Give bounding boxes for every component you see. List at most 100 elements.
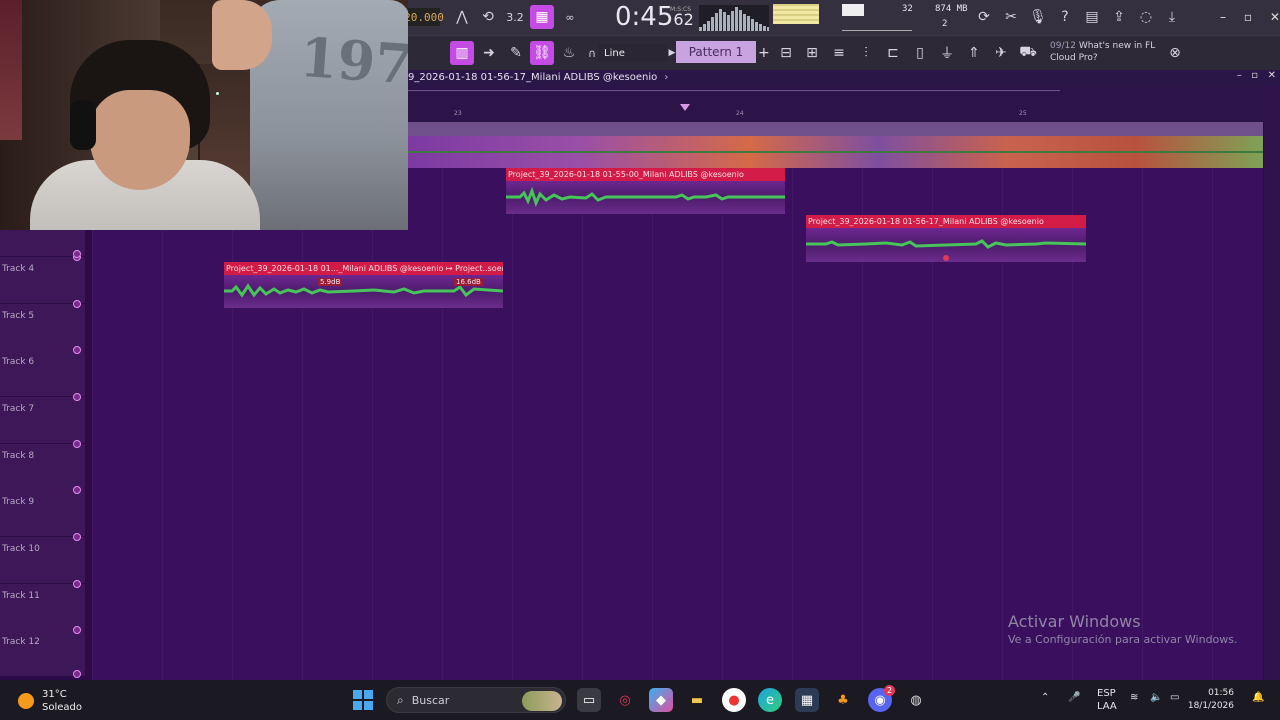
- track-mute-icon[interactable]: [73, 393, 81, 401]
- track-mute-icon[interactable]: [73, 486, 81, 494]
- taskbar-clock[interactable]: 01:56 18/1/2026: [1188, 687, 1234, 713]
- audio-clip[interactable]: Project_39_2026-01-18 01-56-17_Milani AD…: [806, 215, 1086, 262]
- track-header-11[interactable]: Track 11: [0, 580, 85, 631]
- tempo-tapper-icon[interactable]: ⇑: [962, 41, 986, 65]
- track-mute-icon[interactable]: [73, 580, 81, 588]
- battery-icon[interactable]: ▭: [1170, 692, 1179, 703]
- master-volume-meter[interactable]: [773, 4, 819, 24]
- close-icon[interactable]: ✕: [1270, 10, 1280, 24]
- cut-icon[interactable]: ✂: [999, 5, 1023, 29]
- windows-start-icon[interactable]: [353, 690, 373, 710]
- file-icon[interactable]: ▯: [908, 41, 932, 65]
- playhead-marker[interactable]: [680, 104, 690, 111]
- track-mute-icon[interactable]: [73, 440, 81, 448]
- oscilloscope-bar: [755, 22, 758, 31]
- chevron-right-icon[interactable]: ›: [664, 72, 668, 83]
- language-indicator[interactable]: ESP LAA: [1097, 687, 1117, 713]
- track-header-10[interactable]: Track 10: [0, 533, 85, 584]
- task-view-icon[interactable]: ▭: [577, 688, 601, 712]
- record-app-icon[interactable]: ◎: [613, 688, 637, 712]
- browser-icon[interactable]: ⊏: [881, 41, 905, 65]
- track-header-4[interactable]: Track 4: [0, 253, 85, 304]
- volume-icon[interactable]: 🔈: [1150, 692, 1162, 703]
- fl-toolbar: 20.000 ⋀ ⟲ 3.2 ▦ ∞ 0:4562 M:S:CS 32 874 …: [404, 0, 1280, 71]
- microphone-tray-icon[interactable]: 🎤: [1068, 692, 1080, 703]
- audio-clip-long[interactable]: [408, 136, 1263, 168]
- track-header-6[interactable]: Track 6: [0, 346, 85, 397]
- store-icon[interactable]: ▦: [795, 688, 819, 712]
- step-edit-icon[interactable]: ▦: [530, 5, 554, 29]
- chat-icon[interactable]: ◌: [1134, 5, 1158, 29]
- tray-overflow-icon[interactable]: ⌃: [1041, 692, 1049, 703]
- clip-body: [806, 228, 1086, 262]
- pencil-icon[interactable]: ✎: [504, 41, 528, 65]
- track-header-8[interactable]: Track 8: [0, 440, 85, 491]
- export-icon[interactable]: ⇪: [1107, 5, 1131, 29]
- metronome-icon[interactable]: ⋀: [450, 5, 474, 29]
- timeline-ruler[interactable]: 23 24 25: [408, 86, 1280, 122]
- track-header-9[interactable]: Track 9: [0, 486, 85, 537]
- horizontal-scrollbar[interactable]: [408, 90, 1060, 91]
- add-pattern-icon[interactable]: +: [758, 45, 770, 61]
- taskbar-search[interactable]: ⌕ Buscar: [386, 687, 566, 713]
- chrome-icon[interactable]: ●: [722, 688, 746, 712]
- countdown-icon[interactable]: 3.2: [503, 5, 527, 29]
- edge-icon[interactable]: e: [758, 688, 782, 712]
- audio-clip[interactable]: Project_39_2026-01-18 01..._Milani ADLIB…: [224, 262, 503, 308]
- send-icon[interactable]: ✈: [989, 41, 1013, 65]
- discord-icon[interactable]: ◉ 2: [868, 685, 895, 712]
- playlist-close-icon[interactable]: ✕: [1268, 70, 1276, 81]
- piano-roll-icon[interactable]: ⊟: [774, 41, 798, 65]
- link-icon[interactable]: ⛓: [530, 41, 554, 65]
- playlist-minimize-icon[interactable]: –: [1237, 70, 1242, 81]
- taskbar: 31°C Soleado ⌕ Buscar ▭ ◎ ◆ ▬ ● e ▦ ♣ ◉ …: [0, 680, 1280, 720]
- arrow-right-icon[interactable]: ➜: [477, 41, 501, 65]
- audio-clip[interactable]: Project_39_2026-01-18 01-55-00_Milani AD…: [506, 168, 785, 214]
- pattern-selector[interactable]: Pattern 1: [676, 41, 756, 63]
- record-mode-icon[interactable]: ⟲: [476, 5, 500, 29]
- track-header-12[interactable]: Track 12: [0, 626, 85, 677]
- download-icon[interactable]: ⤓: [1160, 5, 1184, 29]
- track-header-7[interactable]: Track 7: [0, 393, 85, 444]
- playlist-icon[interactable]: ▥: [450, 41, 474, 65]
- minimize-icon[interactable]: –: [1220, 10, 1226, 24]
- equalizer-icon[interactable]: ⫶: [854, 41, 878, 65]
- cart-icon[interactable]: ⛟: [1016, 41, 1040, 65]
- snap-mode-select[interactable]: Line: [598, 44, 668, 62]
- maximize-icon[interactable]: ▫: [1244, 10, 1252, 24]
- help-icon[interactable]: ?: [1053, 5, 1077, 29]
- fl-studio-icon[interactable]: ♣: [831, 688, 855, 712]
- mixer-icon[interactable]: ≡: [827, 41, 851, 65]
- track-mute-icon[interactable]: [73, 533, 81, 541]
- ruler-tick: 23: [454, 110, 462, 117]
- track-header-3[interactable]: [0, 230, 85, 258]
- undo-icon[interactable]: ⟳: [972, 5, 996, 29]
- loop-record-icon[interactable]: ∞: [558, 5, 582, 29]
- news-close-icon[interactable]: ⊗: [1163, 41, 1187, 65]
- track-mute-icon[interactable]: [73, 670, 81, 678]
- track-mute-icon[interactable]: [73, 250, 81, 258]
- ruler-tick: 25: [1019, 110, 1027, 117]
- channel-rack-icon[interactable]: ⊞: [800, 41, 824, 65]
- weather-widget[interactable]: 31°C Soleado: [18, 688, 82, 714]
- stamp-icon[interactable]: ♨: [557, 41, 581, 65]
- file-explorer-icon[interactable]: ▬: [685, 688, 709, 712]
- track-header-5[interactable]: Track 5: [0, 300, 85, 351]
- vertical-scrollbar[interactable]: [1264, 86, 1280, 680]
- plugin-icon[interactable]: ⏚: [935, 41, 959, 65]
- github-icon[interactable]: ◍: [904, 688, 928, 712]
- wifi-icon[interactable]: ≋: [1130, 692, 1138, 703]
- track-mute-icon[interactable]: [73, 346, 81, 354]
- news-panel[interactable]: 09/12 What's new in FL Cloud Pro?: [1050, 40, 1180, 64]
- activation-watermark-title: Activar Windows: [1008, 612, 1141, 631]
- notification-bell-icon[interactable]: 🔔: [1252, 692, 1264, 703]
- microphone-icon[interactable]: 🎙: [1026, 5, 1050, 29]
- track-mute-icon[interactable]: [73, 300, 81, 308]
- tempo-display[interactable]: 20.000: [404, 8, 444, 26]
- playlist-maximize-icon[interactable]: ▫: [1251, 70, 1258, 81]
- save-icon[interactable]: ▤: [1080, 5, 1104, 29]
- track-mute-icon[interactable]: [73, 626, 81, 634]
- oscilloscope-bar: [727, 15, 730, 31]
- copilot-icon[interactable]: ◆: [649, 688, 673, 712]
- timeline-selection-bar[interactable]: [408, 122, 1263, 136]
